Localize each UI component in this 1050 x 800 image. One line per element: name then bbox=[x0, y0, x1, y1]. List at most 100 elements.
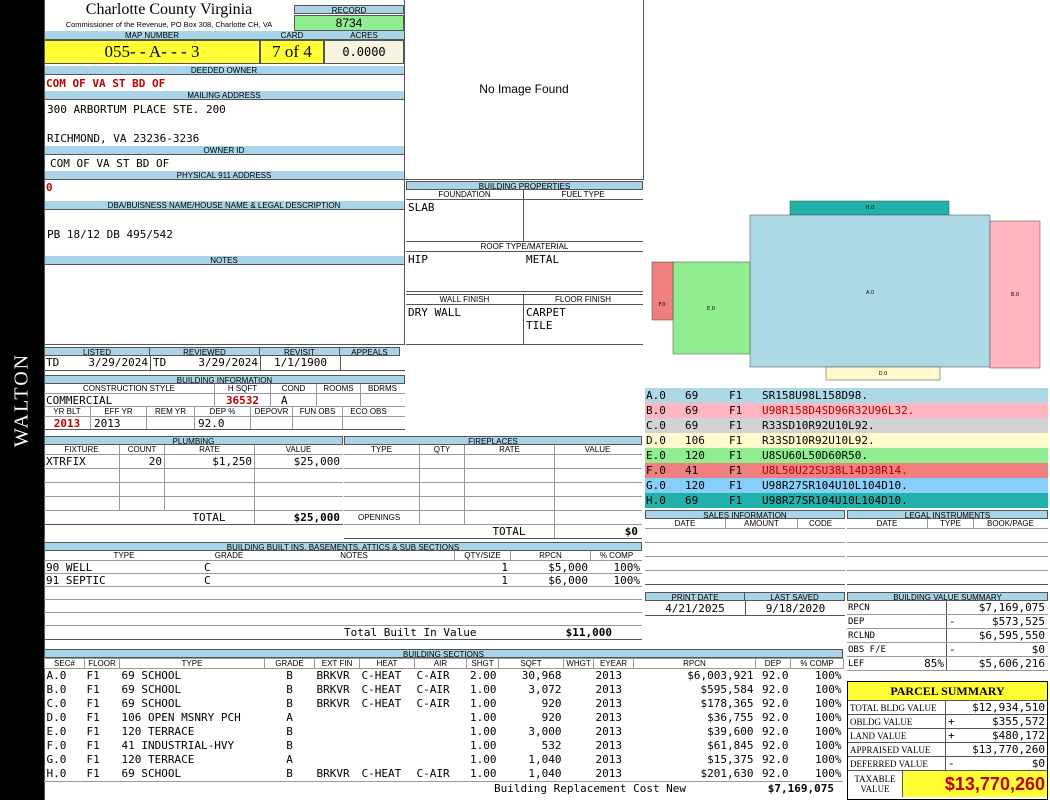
last-saved-label: LAST SAVED bbox=[745, 592, 845, 601]
rem-year-label: REM YR bbox=[146, 407, 194, 416]
section-cell: 2013 bbox=[595, 753, 623, 766]
builtins-total-label: Total Built In Value bbox=[344, 626, 477, 639]
section-cell: C-HEAT bbox=[361, 683, 402, 696]
builtin-grade: C bbox=[204, 561, 211, 573]
section-cell bbox=[360, 753, 415, 767]
roof-material: METAL bbox=[526, 253, 560, 266]
section-cell: BRKVR bbox=[316, 683, 350, 696]
section-cell bbox=[564, 697, 594, 711]
wall-finish-label: WALL FINISH bbox=[406, 295, 524, 304]
legend-type-code: 69 bbox=[685, 419, 699, 432]
section-cell: 920 bbox=[541, 697, 562, 710]
section-cell: $201,630 bbox=[700, 767, 754, 780]
parcel-summary-label: OBLDG VALUE bbox=[848, 715, 946, 728]
value-summary-row: RPCN $7,169,075 bbox=[847, 601, 1048, 615]
county-title: Charlotte County Virginia bbox=[85, 1, 253, 18]
depovr-value bbox=[250, 417, 292, 429]
section-cell: 100% bbox=[815, 711, 842, 724]
dep-pct-label: DEP % bbox=[194, 407, 250, 416]
plumbing-title: PLUMBING bbox=[44, 436, 343, 445]
sections-header-cell: WHGT bbox=[563, 658, 594, 669]
legend-section-id: E.0 bbox=[646, 449, 666, 462]
sections-header-cell: SQFT bbox=[498, 658, 564, 669]
builtin-rpcn: $5,000 bbox=[548, 561, 588, 573]
legend-section-id: C.0 bbox=[646, 419, 666, 432]
listed-date: 3/29/2024 bbox=[88, 356, 148, 369]
appeals-label: APPEALS bbox=[340, 347, 400, 356]
section-cell: D.0 bbox=[46, 711, 67, 724]
parcel-summary-label: APPRAISED VALUE bbox=[848, 743, 946, 756]
section-cell: 1.00 bbox=[470, 753, 497, 766]
legend-section-id: H.0 bbox=[646, 494, 666, 507]
section-row: A.0 F1 69 SCHOOL B BRKVR C-HEAT C-AIR 2.00 30,96… bbox=[45, 669, 844, 683]
value-summary-sign bbox=[947, 629, 959, 642]
plumbing-count-header: COUNT bbox=[119, 445, 164, 454]
section-cell: 1,040 bbox=[528, 767, 562, 780]
section-cell: F1 bbox=[86, 711, 100, 724]
roof-type: HIP bbox=[408, 253, 428, 266]
commissioner-address: Commissioner of the Revenue, PO Box 308,… bbox=[65, 20, 273, 29]
section-cell: 92.0 bbox=[762, 669, 789, 683]
section-cell: 1.00 bbox=[470, 683, 497, 696]
section-cell bbox=[564, 739, 594, 753]
section-cell: F1 bbox=[86, 697, 100, 710]
section-cell: $178,365 bbox=[700, 697, 754, 710]
legend-section-id: B.0 bbox=[646, 404, 666, 417]
floor-finish-1: CARPET bbox=[526, 306, 566, 319]
parcel-summary-sign: + bbox=[948, 715, 955, 728]
section-cell bbox=[564, 711, 594, 725]
section-cell bbox=[315, 711, 360, 725]
section-cell: 2013 bbox=[595, 697, 623, 710]
section-cell: C-AIR bbox=[416, 697, 450, 710]
section-cell: 92.0 bbox=[762, 725, 789, 738]
value-summary-title: BUILDING VALUE SUMMARY bbox=[847, 592, 1048, 601]
section-cell bbox=[564, 767, 594, 781]
section-cell bbox=[415, 739, 467, 753]
legend-row: B.0 69 F1 U98R158D4SD96R32U96L32. bbox=[645, 403, 1048, 418]
section-cell bbox=[315, 725, 360, 739]
plumbing-value: $25,000 bbox=[254, 455, 342, 468]
builtins-rpcn-header: RPCN bbox=[510, 551, 590, 560]
building-properties: BUILDING PROPERTIES FOUNDATION FUEL TYPE… bbox=[406, 181, 643, 346]
sales-amount-header: AMOUNT bbox=[725, 519, 797, 528]
value-summary-pct bbox=[902, 643, 947, 656]
foundation-value: SLAB bbox=[406, 200, 524, 241]
depovr-label: DEPOVR bbox=[250, 407, 292, 416]
owner-id-label: OWNER ID bbox=[44, 146, 404, 155]
sales-title: SALES INFORMATION bbox=[645, 510, 845, 519]
section-cell: 100% bbox=[815, 669, 842, 683]
section-cell: 106 OPEN MSNRY PCH bbox=[121, 711, 241, 724]
section-cell: 30,968 bbox=[521, 669, 562, 683]
section-cell bbox=[415, 711, 467, 725]
legend-type-code: 106 bbox=[685, 434, 705, 447]
section-cell: 92.0 bbox=[762, 753, 789, 766]
owner-id: COM OF VA ST BD OF bbox=[50, 157, 170, 170]
cond-label: COND bbox=[270, 384, 316, 393]
builtins-title: BUILDING BUILT INS, BASEMENTS, ATTICS & … bbox=[44, 542, 642, 551]
section-cell: $6,003,921 bbox=[687, 669, 754, 683]
builtin-comp: 100% bbox=[613, 561, 641, 573]
parcel-summary-value: $12,934,510 bbox=[972, 701, 1045, 714]
plumbing-total: $25,000 bbox=[254, 511, 342, 524]
section-cell: A.0 bbox=[46, 669, 67, 683]
value-summary-sign bbox=[947, 657, 959, 670]
builtins-comp-header: % COMP bbox=[590, 551, 642, 560]
building-properties-title: BUILDING PROPERTIES bbox=[406, 181, 643, 190]
section-cell: 100% bbox=[815, 697, 842, 710]
value-summary-sign: - bbox=[949, 615, 956, 628]
legend-type-code: 120 bbox=[685, 479, 705, 492]
section-cell: A bbox=[286, 753, 293, 766]
section-cell: 120 TERRACE bbox=[121, 725, 195, 738]
sketch-label-b: B.0 bbox=[1011, 292, 1019, 298]
legend-row: G.0 120 F1 U98R27SR104U10L104D10. bbox=[645, 478, 1048, 493]
section-cell: 920 bbox=[541, 711, 562, 724]
foundation-label: FOUNDATION bbox=[406, 190, 524, 199]
section-cell: F1 bbox=[86, 739, 100, 752]
section-cell: 100% bbox=[815, 725, 842, 738]
sketch-label-d: D.0 bbox=[879, 371, 888, 377]
taxable-label: TAXABLE VALUE bbox=[848, 771, 903, 797]
section-cell: F1 bbox=[86, 753, 100, 766]
builtin-comp: 100% bbox=[613, 574, 641, 586]
construction-style: COMMERCIAL bbox=[46, 394, 113, 406]
parcel-summary-sign: + bbox=[948, 729, 955, 742]
